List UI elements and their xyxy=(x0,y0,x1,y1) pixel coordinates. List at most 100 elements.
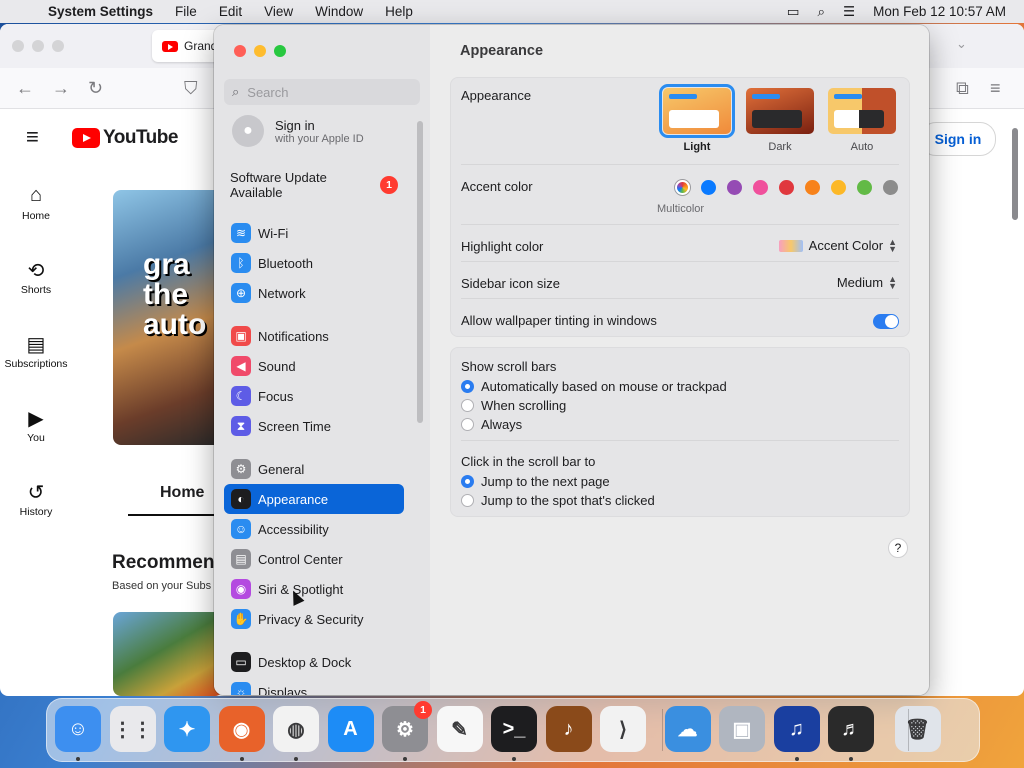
browser-window-controls[interactable] xyxy=(12,40,72,55)
radio-scroll-when-scrolling[interactable]: When scrolling xyxy=(461,398,566,413)
shield-icon[interactable]: ⛉ xyxy=(184,78,198,99)
sidebar-scrollbar[interactable] xyxy=(417,121,423,423)
spotlight-search-icon[interactable]: ⌕ xyxy=(817,4,825,20)
sidebar-item-displays[interactable]: ☼ Displays xyxy=(224,677,404,695)
accent-color-swatch[interactable] xyxy=(883,180,898,195)
dock-piano-icon[interactable]: ♬ xyxy=(828,706,874,752)
radio-jump-next-page[interactable]: Jump to the next page xyxy=(461,474,610,489)
sidebar-item-sound[interactable]: ◀ Sound xyxy=(224,351,404,381)
dock-finder-icon[interactable]: ☺ xyxy=(55,706,101,752)
minimize-window-icon[interactable] xyxy=(254,45,266,57)
sidebar-item-general[interactable]: ⚙ General xyxy=(224,454,404,484)
yt-sidebar-shorts[interactable]: ⟲ Shorts xyxy=(0,258,72,296)
radio-scroll-always[interactable]: Always xyxy=(461,417,522,432)
accent-color-swatch[interactable] xyxy=(831,180,846,195)
sidebar-item-privacy-security[interactable]: ✋ Privacy & Security xyxy=(224,604,404,634)
radio-label: Automatically based on mouse or trackpad xyxy=(481,379,727,394)
mode-light[interactable]: Light xyxy=(659,84,735,153)
dock-firefox-icon[interactable]: ◉ xyxy=(218,706,265,752)
sidebar-item-notifications[interactable]: ▣ Notifications xyxy=(224,321,404,351)
menu-clock[interactable]: Mon Feb 12 10:57 AM xyxy=(873,4,1006,19)
accent-color-swatch[interactable] xyxy=(701,180,716,195)
mode-dark[interactable]: Dark xyxy=(743,88,817,153)
dock-vs-code-icon[interactable]: ⟩ xyxy=(600,706,646,752)
divider xyxy=(461,224,899,225)
dock-garageband-icon[interactable]: ♪ xyxy=(545,706,592,752)
extensions-icon[interactable]: ⧉ xyxy=(956,78,969,99)
highlight-color-popup[interactable]: Accent Color ▲ ▼ xyxy=(778,237,897,253)
radio-button xyxy=(461,380,474,393)
menu-window[interactable]: Window xyxy=(315,4,363,19)
highlight-color-label: Highlight color xyxy=(461,239,544,254)
dock-trash-icon[interactable]: 🗑 xyxy=(894,706,941,752)
menu-app-name[interactable]: System Settings xyxy=(48,4,153,19)
dock-safari-icon[interactable]: ✦ xyxy=(164,706,210,752)
sidebar-item-siri-spotlight[interactable]: ◉ Siri & Spotlight xyxy=(224,574,404,604)
dock-chrome-icon[interactable]: ◍ xyxy=(273,706,319,752)
close-window-icon[interactable] xyxy=(234,45,246,57)
menu-file[interactable]: File xyxy=(175,4,197,19)
radio-jump-to-spot[interactable]: Jump to the spot that's clicked xyxy=(461,493,655,508)
accent-color-swatch[interactable] xyxy=(675,180,690,195)
youtube-logo[interactable]: YouTube xyxy=(72,127,178,149)
youtube-play-icon xyxy=(72,128,100,148)
settings-sidebar: ⌕ Search ● Sign in with your Apple ID So… xyxy=(214,25,431,695)
accent-color-swatch[interactable] xyxy=(753,180,768,195)
browser-scrollbar[interactable] xyxy=(1012,128,1018,220)
accent-color-swatch[interactable] xyxy=(857,180,872,195)
sidebar-item-network[interactable]: ⊕ Network xyxy=(224,278,404,308)
forward-icon[interactable]: → xyxy=(52,78,70,99)
sidebar-item-desktop-dock[interactable]: ▭ Desktop & Dock xyxy=(224,647,404,677)
control-center-icon[interactable]: ☰ xyxy=(843,4,855,20)
sidebar-item-focus[interactable]: ☾ Focus xyxy=(224,381,404,411)
dock-audacity-icon[interactable]: ♫ xyxy=(773,706,820,752)
dock-app-store-icon[interactable]: A xyxy=(327,706,374,752)
mode-auto[interactable]: Auto xyxy=(825,88,899,153)
screen-mirroring-icon[interactable]: ▭ xyxy=(787,4,800,20)
yt-home-tab[interactable]: Home xyxy=(160,484,204,502)
zoom-window-icon[interactable] xyxy=(274,45,286,57)
sidebar-item-wi-fi[interactable]: ≋ Wi-Fi xyxy=(224,218,404,248)
video-thumbnail[interactable] xyxy=(113,612,223,696)
divider xyxy=(461,164,899,165)
reload-icon[interactable]: ↻ xyxy=(88,78,103,99)
accent-color-swatch[interactable] xyxy=(805,180,820,195)
dock-preview-icon[interactable]: ▣ xyxy=(719,706,765,752)
dock-weather-icon[interactable]: ☁ xyxy=(664,706,711,752)
sidebar-item-control-center[interactable]: ▤ Control Center xyxy=(224,544,404,574)
accent-color-swatch[interactable] xyxy=(727,180,742,195)
sidebar-item-bluetooth[interactable]: ᛒ Bluetooth xyxy=(224,248,404,278)
menu-help[interactable]: Help xyxy=(385,4,413,19)
back-icon[interactable]: ← xyxy=(16,78,34,99)
dock-separator xyxy=(908,709,909,751)
help-button[interactable]: ? xyxy=(888,538,908,558)
sidebar-icon-size-popup[interactable]: Medium ▲ ▼ xyxy=(837,274,897,290)
menu-edit[interactable]: Edit xyxy=(219,4,242,19)
youtube-menu-icon[interactable]: ≡ xyxy=(26,124,39,150)
tab-list-chevron-icon[interactable]: ⌄ xyxy=(956,36,967,52)
yt-sidebar-subscriptions[interactable]: ▤ Subscriptions xyxy=(0,332,72,370)
control-center-icon: ▤ xyxy=(231,549,251,569)
dock-terminal-icon[interactable]: >_ xyxy=(491,706,537,752)
wallpaper-tinting-toggle[interactable] xyxy=(873,314,899,329)
apple-id-sign-in[interactable]: ● Sign in with your Apple ID xyxy=(232,115,364,147)
radio-scroll-automatic[interactable]: Automatically based on mouse or trackpad xyxy=(461,379,727,394)
youtube-sign-in-button[interactable]: Sign in xyxy=(920,122,996,156)
search-field[interactable]: ⌕ Search xyxy=(224,79,420,105)
software-update-item[interactable]: Software Update Available 1 xyxy=(230,170,410,200)
menu-view[interactable]: View xyxy=(264,4,293,19)
radio-button xyxy=(461,399,474,412)
yt-sidebar-history[interactable]: ↺ History xyxy=(0,480,72,518)
sidebar-item-accessibility[interactable]: ☺ Accessibility xyxy=(224,514,404,544)
dock-running-indicator xyxy=(239,757,244,761)
privacy-security-icon: ✋ xyxy=(231,609,251,629)
dock-launchpad-icon[interactable]: ⋮⋮ xyxy=(109,706,156,752)
accent-color-swatch[interactable] xyxy=(779,180,794,195)
dock-textedit-icon[interactable]: ✎ xyxy=(436,706,483,752)
yt-sidebar-you[interactable]: ▶ You xyxy=(0,406,72,444)
sidebar-item-screen-time[interactable]: ⧗ Screen Time xyxy=(224,411,404,441)
sidebar-item-appearance[interactable]: ◐ Appearance xyxy=(224,484,404,514)
video-thumbnail[interactable]: gra the auto xyxy=(113,190,223,445)
browser-menu-icon[interactable]: ≡ xyxy=(990,78,1001,99)
yt-sidebar-home[interactable]: ⌂ Home xyxy=(0,184,72,222)
